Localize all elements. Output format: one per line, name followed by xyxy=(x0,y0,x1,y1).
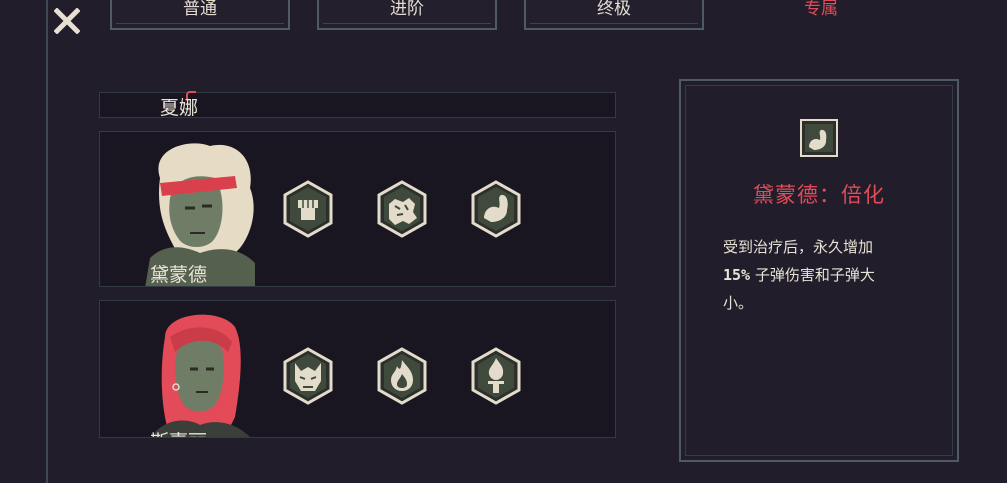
rock-fist-icon[interactable] xyxy=(377,180,427,238)
tab-label: 普通 xyxy=(183,0,217,19)
perk-description: 受到治疗后，永久增加 15% 子弹伤害和子弹大小。 xyxy=(723,233,933,317)
tab-label: 专属 xyxy=(804,0,838,19)
marker-icon xyxy=(186,91,196,99)
torch-icon[interactable] xyxy=(471,347,521,405)
scarlett-portrait xyxy=(154,314,250,437)
desc-line2: 子弹伤害和子弹大 xyxy=(750,266,875,284)
tab-advanced[interactable]: 进阶 xyxy=(317,0,497,30)
flexed-arm-icon xyxy=(800,119,838,157)
tab-exclusive[interactable]: 专属 xyxy=(731,0,911,30)
tab-ultimate[interactable]: 终极 xyxy=(524,0,704,30)
desc-line3: 小。 xyxy=(723,294,754,312)
character-row: 黛蒙德 xyxy=(99,131,616,287)
tab-normal[interactable]: 普通 xyxy=(110,0,290,30)
flame-icon[interactable] xyxy=(377,347,427,405)
flexed-arm-icon[interactable] xyxy=(471,180,521,238)
demon-face-icon[interactable] xyxy=(283,347,333,405)
perk-detail-panel: 黛蒙德：倍化 受到治疗后，永久增加 15% 子弹伤害和子弹大小。 xyxy=(679,79,959,462)
tab-label: 终极 xyxy=(597,0,631,19)
desc-line1: 受到治疗后，永久增加 xyxy=(723,238,874,256)
fist-icon[interactable] xyxy=(283,180,333,238)
character-row: 斯嘉丽 xyxy=(99,300,616,438)
character-name: 黛蒙德 xyxy=(150,264,208,286)
section-header: 夏娜 xyxy=(99,91,616,119)
perk-title: 黛蒙德：倍化 xyxy=(753,183,885,207)
desc-percent: 15% xyxy=(723,266,751,284)
character-name: 斯嘉丽 xyxy=(150,427,207,437)
tab-label: 进阶 xyxy=(390,0,424,19)
close-button[interactable] xyxy=(52,6,82,36)
close-icon xyxy=(54,8,80,34)
